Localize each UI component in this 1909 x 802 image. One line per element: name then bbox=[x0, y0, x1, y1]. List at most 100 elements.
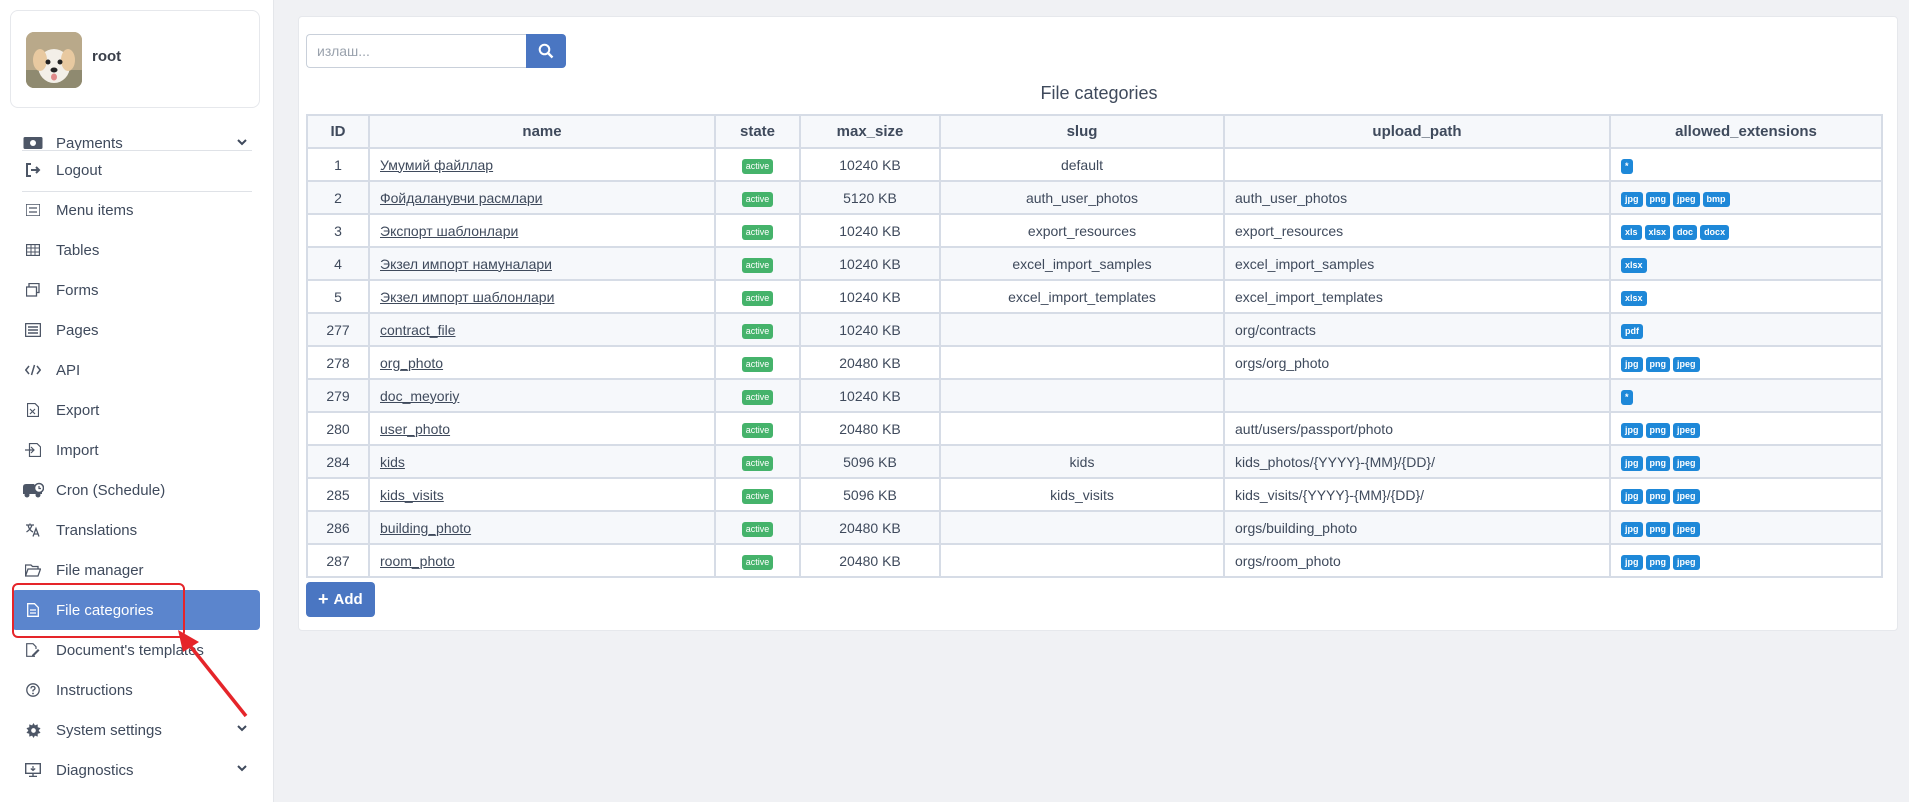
table-row[interactable]: 277 contract_file active 10240 KB org/contra… bbox=[306, 312, 1883, 347]
sidebar-item-file-manager[interactable]: File manager bbox=[12, 550, 260, 590]
cell-upload-path: orgs/room_photo bbox=[1223, 543, 1611, 578]
extension-badge: docx bbox=[1700, 224, 1730, 240]
category-name-link[interactable]: room_photo bbox=[380, 553, 455, 569]
table-row[interactable]: 278 org_photo active 20480 KB orgs/org_photo… bbox=[306, 345, 1883, 380]
extension-badge: jpg bbox=[1621, 521, 1643, 537]
sidebar-item-menu-items[interactable]: Menu items bbox=[12, 190, 260, 230]
monitor-icon bbox=[22, 760, 44, 780]
cell-slug: kids_visits bbox=[939, 477, 1225, 512]
column-header-name[interactable]: name bbox=[368, 114, 716, 149]
table-row[interactable]: 3 Экспорт шаблонлари active 10240 KB export_… bbox=[306, 213, 1883, 248]
table-row[interactable]: 280 user_photo active 20480 KB autt/users/pa… bbox=[306, 411, 1883, 446]
sidebar-item-diagnostics[interactable]: Diagnostics bbox=[12, 750, 260, 790]
plus-icon: + bbox=[318, 589, 329, 609]
import-icon bbox=[22, 440, 44, 460]
extension-badge: jpeg bbox=[1673, 488, 1700, 504]
category-name-link[interactable]: contract_file bbox=[380, 322, 455, 338]
sidebar-item-label: System settings bbox=[56, 721, 162, 739]
folder-icon bbox=[22, 560, 44, 580]
category-name-link[interactable]: Умумий файллар bbox=[380, 157, 493, 173]
category-name-link[interactable]: Экзел импорт шаблонлари bbox=[380, 289, 554, 305]
cell-allowed-extensions: xlsx bbox=[1609, 246, 1883, 281]
status-badge: active bbox=[741, 290, 774, 306]
sidebar-item-translations[interactable]: Translations bbox=[12, 510, 260, 550]
sidebar-item-cron[interactable]: Cron (Schedule) bbox=[12, 470, 260, 510]
sidebar-item-import[interactable]: Import bbox=[12, 430, 260, 470]
table-header-row: ID name state max_size slug upload_path … bbox=[306, 114, 1883, 149]
sidebar-item-label: File categories bbox=[56, 601, 154, 619]
status-badge: active bbox=[741, 224, 774, 240]
forms-icon bbox=[22, 280, 44, 300]
cell-max-size: 20480 KB bbox=[799, 411, 941, 446]
extension-badge: jpeg bbox=[1673, 554, 1700, 570]
category-name-link[interactable]: user_photo bbox=[380, 421, 450, 437]
cell-slug: export_resources bbox=[939, 213, 1225, 248]
sidebar-item-label: Cron (Schedule) bbox=[56, 481, 166, 499]
sidebar-item-logout[interactable]: Logout bbox=[12, 150, 260, 190]
category-name-link[interactable]: Экспорт шаблонлари bbox=[380, 223, 518, 239]
table-row[interactable]: 279 doc_meyoriy active 10240 KB * bbox=[306, 378, 1883, 413]
sidebar-item-export[interactable]: Export bbox=[12, 390, 260, 430]
table-row[interactable]: 285 kids_visits active 5096 KB kids_visits ki… bbox=[306, 477, 1883, 512]
category-name-link[interactable]: org_photo bbox=[380, 355, 443, 371]
cell-state: active bbox=[714, 510, 801, 545]
category-name-link[interactable]: building_photo bbox=[380, 520, 471, 536]
user-profile-card[interactable]: root bbox=[10, 10, 260, 108]
cron-icon bbox=[22, 480, 44, 500]
column-header-allowed-extensions[interactable]: allowed_extensions bbox=[1609, 114, 1883, 149]
cell-slug bbox=[939, 378, 1225, 413]
category-name-link[interactable]: doc_meyoriy bbox=[380, 388, 459, 404]
sidebar-item-forms[interactable]: Forms bbox=[12, 270, 260, 310]
cell-slug: excel_import_samples bbox=[939, 246, 1225, 281]
column-header-slug[interactable]: slug bbox=[939, 114, 1225, 149]
sidebar-item-file-categories[interactable]: File categories bbox=[12, 590, 260, 630]
extension-badge: * bbox=[1621, 158, 1633, 174]
cell-name: room_photo bbox=[368, 543, 716, 578]
cell-id: 280 bbox=[306, 411, 370, 446]
category-name-link[interactable]: kids_visits bbox=[380, 487, 444, 503]
category-name-link[interactable]: Фойдаланувчи расмлари bbox=[380, 190, 542, 206]
table-row[interactable]: 1 Умумий файллар active 10240 KB default * bbox=[306, 147, 1883, 182]
sidebar-item-label: Menu items bbox=[56, 201, 134, 219]
column-header-upload-path[interactable]: upload_path bbox=[1223, 114, 1611, 149]
cell-allowed-extensions: jpg png jpeg bmp bbox=[1609, 180, 1883, 215]
extension-badge: png bbox=[1645, 356, 1670, 372]
export-icon bbox=[22, 400, 44, 420]
table-icon bbox=[22, 240, 44, 260]
chevron-down-icon bbox=[237, 139, 247, 146]
file-icon bbox=[22, 600, 44, 620]
sidebar-item-api[interactable]: API bbox=[12, 350, 260, 390]
column-header-max-size[interactable]: max_size bbox=[799, 114, 941, 149]
table-row[interactable]: 284 kids active 5096 KB kids kids_photos/{YYY… bbox=[306, 444, 1883, 479]
category-name-link[interactable]: kids bbox=[380, 454, 405, 470]
sidebar-item-pages[interactable]: Pages bbox=[12, 310, 260, 350]
sidebar-item-tables[interactable]: Tables bbox=[12, 230, 260, 270]
table-row[interactable]: 5 Экзел импорт шаблонлари active 10240 KB ex… bbox=[306, 279, 1883, 314]
status-badge: active bbox=[741, 521, 774, 537]
cell-name: doc_meyoriy bbox=[368, 378, 716, 413]
column-header-state[interactable]: state bbox=[714, 114, 801, 149]
extension-badge: jpeg bbox=[1673, 455, 1700, 471]
cell-max-size: 20480 KB bbox=[799, 345, 941, 380]
table-row[interactable]: 286 building_photo active 20480 KB orgs/buil… bbox=[306, 510, 1883, 545]
table-row[interactable]: 287 room_photo active 20480 KB orgs/room_pho… bbox=[306, 543, 1883, 578]
cell-slug bbox=[939, 411, 1225, 446]
cell-max-size: 5096 KB bbox=[799, 477, 941, 512]
add-button[interactable]: + Add bbox=[306, 582, 375, 617]
cell-id: 5 bbox=[306, 279, 370, 314]
cell-id: 287 bbox=[306, 543, 370, 578]
table-row[interactable]: 2 Фойдаланувчи расмлари active 5120 KB auth_… bbox=[306, 180, 1883, 215]
add-button-label: Add bbox=[333, 591, 363, 608]
cell-state: active bbox=[714, 543, 801, 578]
cell-state: active bbox=[714, 378, 801, 413]
search-button[interactable] bbox=[526, 34, 566, 68]
column-header-id[interactable]: ID bbox=[306, 114, 370, 149]
status-badge: active bbox=[741, 191, 774, 207]
cell-state: active bbox=[714, 444, 801, 479]
table-row[interactable]: 4 Экзел импорт намуналари active 10240 KB ex… bbox=[306, 246, 1883, 281]
sidebar-item-label: Logout bbox=[56, 161, 102, 179]
cell-allowed-extensions: xlsx bbox=[1609, 279, 1883, 314]
search-input[interactable] bbox=[306, 34, 526, 68]
status-badge: active bbox=[741, 323, 774, 339]
category-name-link[interactable]: Экзел импорт намуналари bbox=[380, 256, 552, 272]
